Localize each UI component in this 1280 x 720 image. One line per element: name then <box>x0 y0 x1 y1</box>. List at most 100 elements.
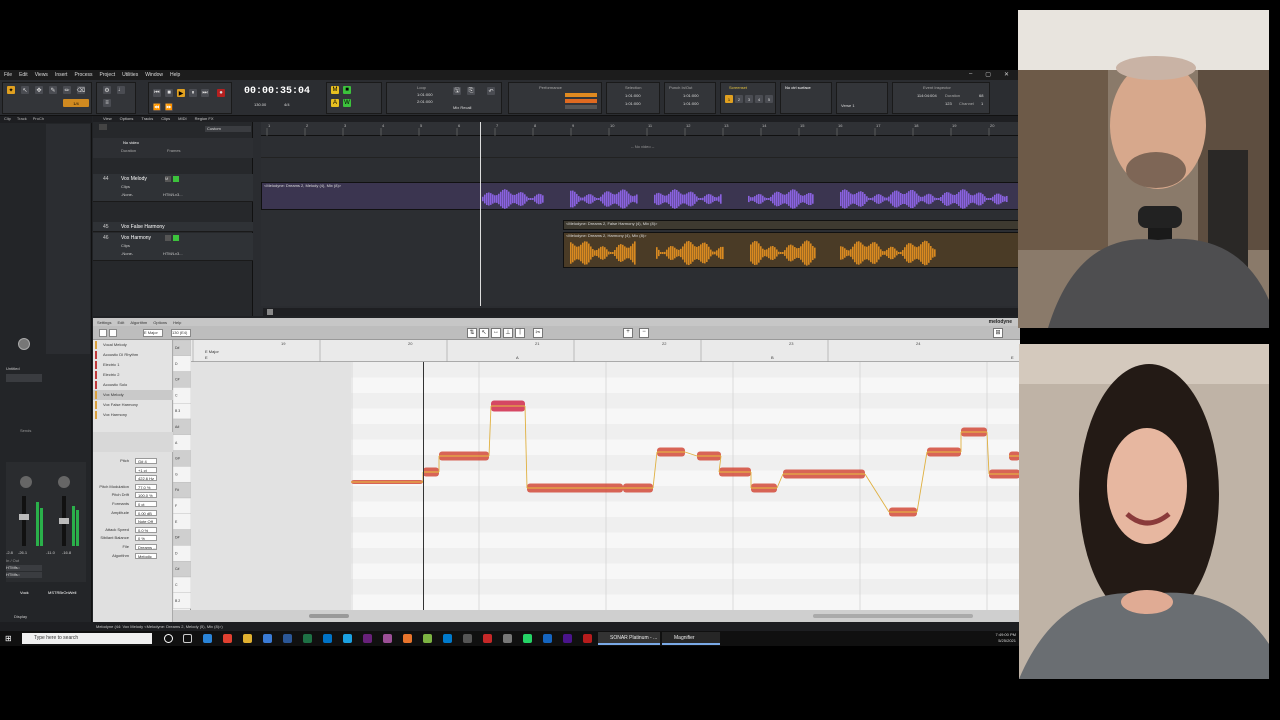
menu-utilities[interactable]: Utilities <box>122 72 138 78</box>
auto-write-icon[interactable]: W <box>343 99 351 107</box>
vs-purple-icon[interactable] <box>383 634 392 643</box>
taskbar-search[interactable]: Type here to search <box>22 633 152 644</box>
file-explorer-icon[interactable] <box>243 634 252 643</box>
piano-keyboard[interactable]: D# D C# C B 3 A# A G# G F# F E D# D C# C B 2 <box>172 339 192 610</box>
windows-start-icon[interactable]: ⊞ <box>5 634 14 643</box>
rewind-icon[interactable]: ⏮ <box>153 89 161 97</box>
chrome-icon[interactable] <box>223 634 232 643</box>
task-view-icon[interactable] <box>183 634 192 643</box>
event-time[interactable]: 114:04:004 <box>917 93 937 98</box>
mute-button[interactable] <box>165 235 171 241</box>
app-gray-icon[interactable] <box>463 634 472 643</box>
menu-views[interactable]: Views <box>35 72 48 78</box>
play-icon[interactable]: ▶ <box>177 89 185 97</box>
taskbar-app-sonar[interactable]: SONAR Platinum - ... <box>598 632 660 645</box>
erase-tool-icon[interactable]: ⌫ <box>77 86 85 94</box>
note-ruler[interactable]: 19 20 21 22 23 24 E Major E A B E <box>191 340 1020 362</box>
param-value[interactable]: 77.0 % <box>135 483 157 490</box>
app-chat-icon[interactable] <box>523 634 532 643</box>
melodyne-scrollbar[interactable] <box>173 610 1020 622</box>
clip-melody[interactable]: <Melodyne: Dreams 2, Melody (4), Mix (8)… <box>261 182 1020 210</box>
pan-knob-left[interactable] <box>20 476 32 488</box>
edge-icon[interactable] <box>203 634 212 643</box>
prochannel-slot[interactable] <box>6 374 42 382</box>
tab-track[interactable]: Track <box>17 116 27 123</box>
meter-display[interactable]: 4/4 <box>284 102 290 107</box>
move-tool-icon[interactable]: ✥ <box>35 86 43 94</box>
record-icon[interactable]: ● <box>217 89 225 97</box>
param-value[interactable]: 0.0 % <box>135 526 157 533</box>
mixer-icon[interactable]: ≡ <box>103 99 111 107</box>
melo-menu-help[interactable]: Help <box>173 320 181 325</box>
pitch-tool-icon[interactable]: ⇅ <box>467 328 477 338</box>
screenset-1[interactable]: 1 <box>725 95 733 103</box>
volume-fader-right[interactable] <box>59 518 69 524</box>
track-input[interactable]: -None- <box>121 192 133 197</box>
time-tool-icon[interactable]: ↔ <box>491 328 501 338</box>
mtrack-item[interactable]: Vox Harmony <box>93 410 173 420</box>
pause-icon[interactable]: ⏸ <box>189 89 197 97</box>
solo-button[interactable] <box>173 235 179 241</box>
clips-pane[interactable]: -- No video -- <Melodyne: Dreams 2, Melo… <box>261 122 1020 306</box>
control-surface-label[interactable]: No ctrl surface <box>785 85 811 90</box>
punch-start[interactable]: 1:01:000 <box>683 93 699 98</box>
mix-recall-label[interactable]: Mix Recall <box>453 105 471 110</box>
param-value[interactable]: G# 4 <box>135 458 157 464</box>
melo-menu-algorithm[interactable]: Algorithm <box>130 320 147 325</box>
list-view-icon[interactable] <box>109 329 117 337</box>
clock-date[interactable]: 5/25/2021 <box>996 638 1016 644</box>
track-vox-melody[interactable]: 44 Vox Melody M Clips -None- HTM/Lv3... <box>93 174 253 202</box>
mtrack-item[interactable]: Electric 1 <box>93 360 173 370</box>
screenset-2[interactable]: 2 <box>735 95 743 103</box>
grid-icon[interactable]: ⊞ <box>993 328 1003 338</box>
selection-start[interactable]: 1:01:000 <box>625 93 641 98</box>
loop-end[interactable]: 2:01:000 <box>417 99 433 104</box>
selection-end[interactable]: 1:01:000 <box>625 101 641 106</box>
edit-tool-icon[interactable]: ✎ <box>49 86 57 94</box>
scroll-thumb[interactable] <box>267 309 273 315</box>
photoshop-icon[interactable] <box>543 634 552 643</box>
marker-verse[interactable]: Verse 1 <box>841 103 855 108</box>
zoom-icon[interactable]: + <box>623 328 633 338</box>
param-value[interactable]: +1 ct <box>135 466 157 473</box>
track-output[interactable]: HTM/Lv3... <box>163 251 183 256</box>
track-input[interactable]: -None- <box>121 251 133 256</box>
track-name[interactable]: Vox Harmony <box>121 235 151 241</box>
stop-icon[interactable]: ■ <box>165 89 173 97</box>
event-value-2[interactable]: 123 <box>945 101 952 106</box>
param-value[interactable]: 422.6 Hz <box>135 475 157 482</box>
metronome-icon[interactable]: ♩ <box>117 86 125 94</box>
clip-false-harmony[interactable]: <Melodyne: Dreams 2, False Harmony (4), … <box>563 220 1020 230</box>
app-burst-icon[interactable] <box>583 634 592 643</box>
outlook-icon[interactable] <box>323 634 332 643</box>
minimize-icon[interactable]: – <box>969 71 972 78</box>
loop-fwd-icon[interactable]: ⏩ <box>165 103 173 111</box>
amplitude-tool-icon[interactable]: ⊥ <box>503 328 513 338</box>
mtrack-item-selected[interactable]: Vox Melody <box>93 390 173 400</box>
save-icon[interactable]: 🖫 <box>453 87 461 95</box>
gain-knob[interactable] <box>18 338 30 350</box>
solo-button[interactable] <box>173 176 179 182</box>
excel-icon[interactable] <box>303 634 312 643</box>
clip-harmony[interactable]: <Melodyne: Dreams 2, Harmony (4), Mix (8… <box>563 232 1020 268</box>
menu-edit[interactable]: Edit <box>19 72 28 78</box>
note-separation-icon[interactable]: | <box>515 328 525 338</box>
melo-menu-edit[interactable]: Edit <box>117 320 124 325</box>
event-value-1[interactable]: 68 <box>979 93 983 98</box>
timeline-ruler[interactable]: 1 2 3 4 5 6 7 8 9 10 11 12 13 14 15 16 17 18 19 20 <box>261 122 1020 136</box>
mail-icon[interactable] <box>343 634 352 643</box>
param-value[interactable]: 0 ct <box>135 501 157 507</box>
now-time-display[interactable]: 00:00:35:04 <box>244 86 310 97</box>
custom-view-select[interactable]: Custom <box>205 126 251 132</box>
note-editor[interactable] <box>191 362 1020 626</box>
menu-help[interactable]: Help <box>170 72 180 78</box>
visual-studio-icon[interactable] <box>363 634 372 643</box>
scroll-thumb[interactable] <box>309 614 349 618</box>
vscode-icon[interactable] <box>443 634 452 643</box>
smart-tool-icon[interactable]: ✦ <box>7 86 15 94</box>
taskbar-app-magnifier[interactable]: Magnifier <box>662 632 720 645</box>
add-track-icon[interactable] <box>99 124 107 130</box>
screenset-4[interactable]: 4 <box>755 95 763 103</box>
tempo-select[interactable]: 130 (E4) <box>171 329 191 337</box>
param-value[interactable]: Melodic <box>135 552 157 559</box>
